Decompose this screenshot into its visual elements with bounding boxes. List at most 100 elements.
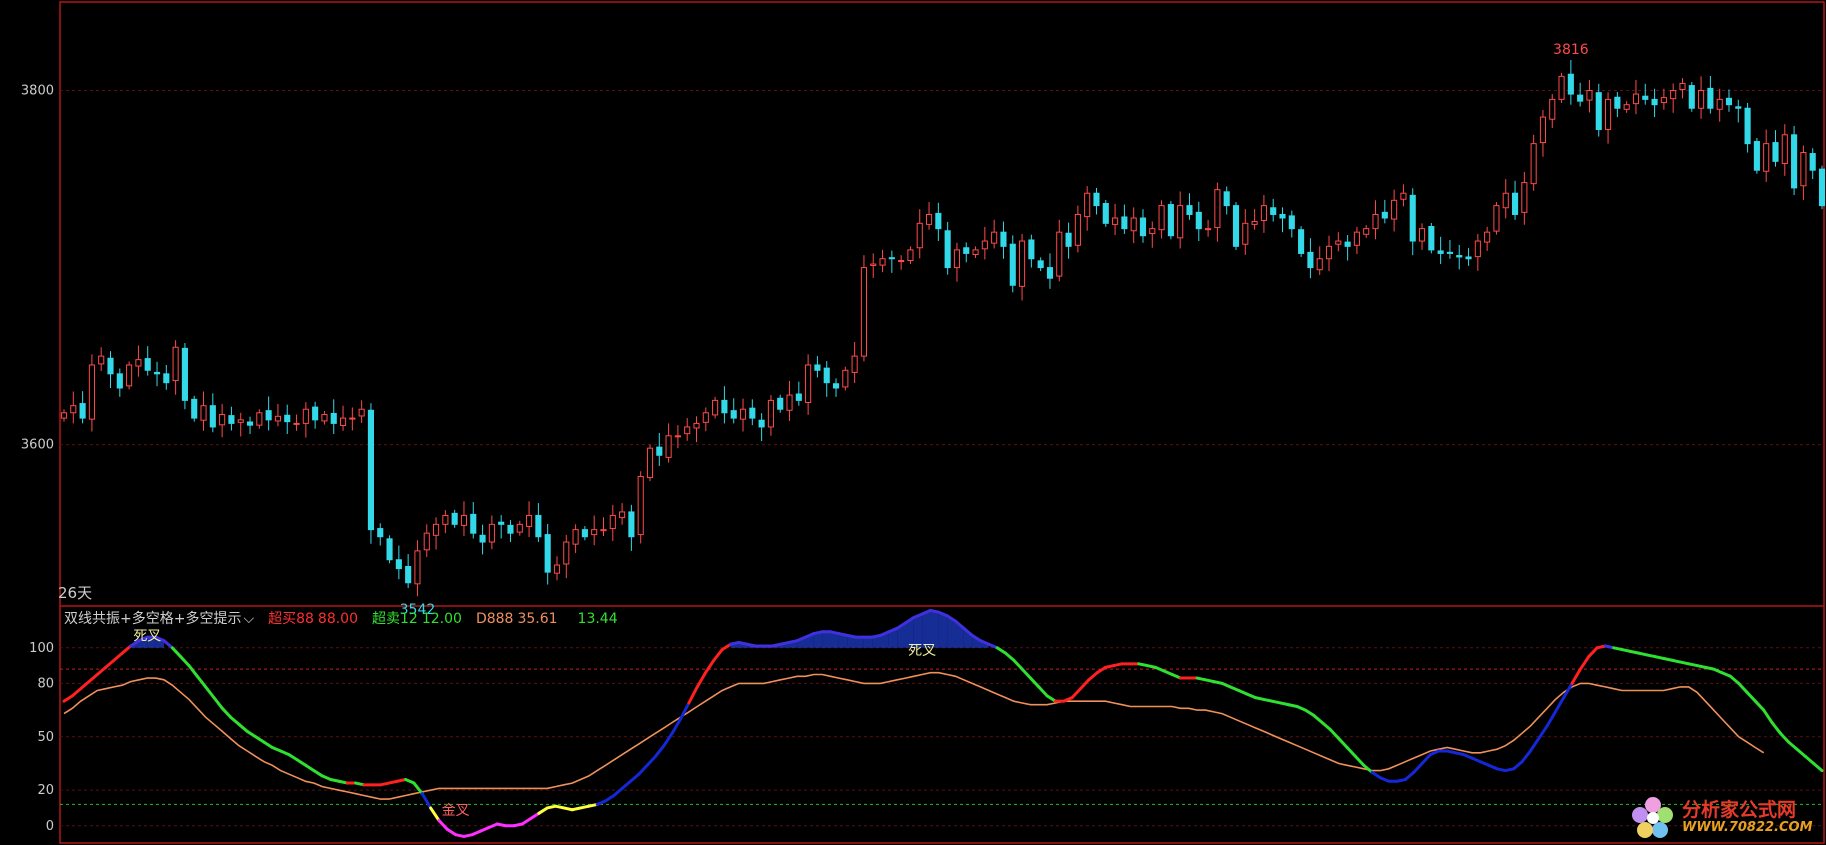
candle-body — [488, 523, 495, 543]
candle-body — [860, 267, 867, 357]
candle-body — [1009, 243, 1016, 286]
candle-body — [358, 408, 365, 417]
overbought-fill — [855, 637, 864, 648]
candle-body — [721, 399, 728, 414]
candle-body — [814, 364, 821, 371]
candle-body — [1521, 182, 1528, 213]
candle-body — [1353, 231, 1360, 246]
candle-body — [1251, 221, 1258, 225]
dropdown-chevron-icon[interactable]: ⌵ — [243, 611, 254, 627]
legend-d888-label: D888 — [475, 611, 514, 627]
candle-body — [981, 240, 988, 250]
candle-body — [386, 538, 393, 561]
price-annotations: 3816354226天 — [58, 42, 1589, 618]
indicator-name[interactable]: 双线共振+多空格+多空提示 — [64, 611, 241, 627]
legend-oversold-label: 超卖12 — [372, 611, 418, 627]
indicator-lines[interactable] — [62, 608, 1824, 838]
signal-segment — [229, 715, 241, 726]
signal-segment — [1770, 721, 1782, 735]
candle-body — [749, 407, 756, 419]
signal-segment — [1553, 696, 1566, 714]
candle-body — [646, 447, 654, 479]
signal-segment — [695, 671, 708, 689]
candlestick-series[interactable] — [60, 60, 1826, 597]
candle-body — [963, 247, 970, 254]
candle-body — [1484, 231, 1491, 243]
candle-body — [423, 532, 430, 551]
signal-segment — [620, 779, 633, 790]
candle-body — [191, 398, 198, 419]
candle-body — [832, 383, 840, 389]
indicator-legend[interactable]: 双线共振+多空格+多空提示 ⌵ 超买88 88.00 超卖12 12.00 D888 35.6… — [64, 608, 624, 628]
signal-segment — [70, 687, 83, 698]
candle-body — [200, 405, 207, 421]
high-price-label: 3816 — [1553, 42, 1589, 58]
candle-body — [302, 408, 309, 424]
candle-body — [526, 514, 533, 527]
indicator-axis: 0 20 50 80 100 — [29, 641, 54, 834]
signal-segment — [1803, 754, 1816, 765]
candle-body — [470, 513, 477, 534]
candle-body — [1028, 239, 1035, 260]
signal-segment — [79, 680, 91, 691]
candle-body — [572, 529, 579, 545]
candle-body — [619, 511, 626, 519]
candle-body — [1037, 260, 1044, 269]
signal-segment — [679, 701, 691, 721]
candle-body — [600, 529, 607, 532]
candle-body — [116, 373, 123, 389]
signal-segment — [429, 806, 441, 822]
signal-segment — [687, 685, 699, 705]
candle-body — [1632, 93, 1640, 105]
d888-line — [63, 671, 1765, 800]
candle-body — [1279, 213, 1286, 219]
candle-body — [256, 412, 263, 426]
indicator-tick-label: 20 — [37, 783, 54, 798]
watermark: 分析家公式网 WWW.70822.COM — [1620, 793, 1820, 841]
signal-segment — [162, 639, 174, 650]
candle-body — [767, 399, 774, 428]
candle-body — [1446, 251, 1453, 254]
signal-segment — [1737, 681, 1749, 694]
period-label: 26天 — [58, 584, 92, 602]
candle-body — [665, 435, 672, 458]
candle-body — [907, 249, 914, 262]
signal-segment — [704, 658, 716, 675]
candle-body — [851, 355, 858, 373]
signal-segment — [104, 658, 116, 669]
candle-body — [1288, 215, 1295, 230]
candle-body — [135, 359, 142, 367]
candle-body — [1074, 213, 1081, 246]
candle-body — [265, 410, 272, 421]
signal-segment — [1353, 754, 1366, 767]
candle-body — [107, 357, 114, 375]
cross-annotation: 金叉 — [442, 803, 470, 819]
signal-segment — [1337, 737, 1349, 749]
candle-body — [1614, 96, 1621, 109]
candle-body — [1753, 141, 1760, 171]
candle-body — [507, 524, 514, 534]
candle-body — [1465, 256, 1472, 260]
candle-body — [888, 257, 895, 260]
candle-body — [1781, 134, 1788, 164]
signal-segment — [1520, 749, 1532, 764]
candle-body — [1418, 228, 1426, 242]
candle-body — [1577, 94, 1584, 102]
candle-body — [1381, 211, 1388, 219]
signal-segment — [1545, 710, 1557, 728]
signal-segment — [1070, 687, 1082, 700]
candle-body — [1800, 152, 1807, 187]
candle-body — [842, 369, 849, 388]
signal-segment — [1312, 713, 1324, 725]
candle-body — [544, 534, 551, 573]
candle-body — [1530, 143, 1537, 185]
candle-body — [1391, 199, 1398, 220]
candle-body — [163, 373, 170, 384]
indicator-grid — [60, 647, 1824, 827]
candle-body — [395, 559, 402, 570]
candle-body — [1344, 241, 1351, 247]
candle-body — [1511, 192, 1519, 215]
candle-body — [1539, 116, 1547, 144]
candle-body — [823, 367, 830, 384]
candle-body — [367, 409, 375, 531]
